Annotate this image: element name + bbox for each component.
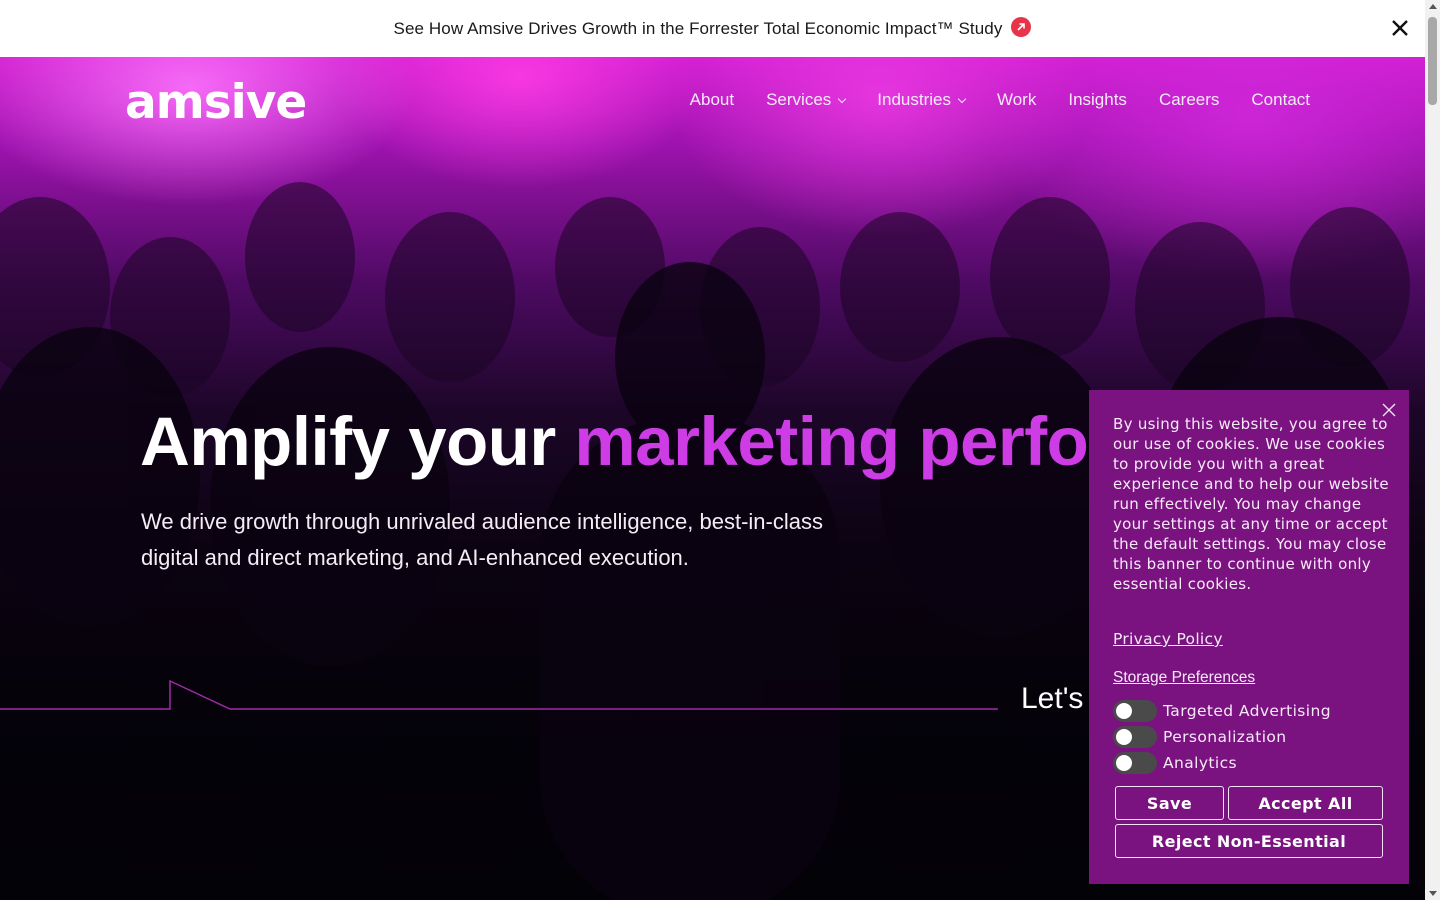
save-button[interactable]: Save <box>1115 786 1224 820</box>
main-nav: About Services Industries Work Insights … <box>658 90 1310 110</box>
nav-contact[interactable]: Contact <box>1251 90 1310 110</box>
scroll-up-arrow-icon[interactable] <box>1428 4 1437 9</box>
toggle-label: Personalization <box>1163 728 1287 746</box>
nav-about-label: About <box>689 90 735 109</box>
decorative-line <box>0 679 998 710</box>
toggle-knob <box>1116 729 1132 745</box>
nav-careers-label: Careers <box>1158 90 1220 109</box>
nav-insights[interactable]: Insights <box>1068 90 1127 110</box>
personalization-toggle[interactable] <box>1113 726 1157 748</box>
nav-work[interactable]: Work <box>997 90 1036 110</box>
toggle-label: Analytics <box>1163 754 1237 772</box>
nav-industries[interactable]: Industries <box>877 90 967 110</box>
targeted-advertising-toggle[interactable] <box>1113 700 1157 722</box>
toggle-label: Targeted Advertising <box>1163 702 1331 720</box>
hero-cta-text[interactable]: Let's <box>1021 682 1083 716</box>
analytics-toggle[interactable] <box>1113 752 1157 774</box>
announcement-bar: See How Amsive Drives Growth in the Forr… <box>0 0 1425 57</box>
close-announcement-icon[interactable] <box>1389 17 1411 39</box>
hero-subhead: We drive growth through unrivaled audien… <box>141 509 823 570</box>
headline-plain: Amplify your <box>140 403 575 480</box>
cookie-toggles: Targeted Advertising Personalization Ana… <box>1113 698 1331 776</box>
nav-careers[interactable]: Careers <box>1159 90 1219 110</box>
reject-non-essential-button[interactable]: Reject Non-Essential <box>1115 824 1383 858</box>
nav-industries-label: Industries <box>877 90 951 109</box>
toggle-row-personalization: Personalization <box>1113 724 1331 750</box>
nav-services-label: Services <box>766 90 832 109</box>
toggle-row-targeted-advertising: Targeted Advertising <box>1113 698 1331 724</box>
toggle-knob <box>1116 755 1132 771</box>
accept-all-button[interactable]: Accept All <box>1228 786 1383 820</box>
nav-services[interactable]: Services <box>766 90 847 110</box>
storage-preferences-link[interactable]: Storage Preferences <box>1113 669 1255 687</box>
toggle-row-analytics: Analytics <box>1113 750 1331 776</box>
scrollbar-thumb[interactable] <box>1428 17 1437 105</box>
announcement-link[interactable]: See How Amsive Drives Growth in the Forr… <box>394 19 1003 39</box>
chevron-down-icon <box>838 94 847 103</box>
privacy-policy-link[interactable]: Privacy Policy <box>1113 630 1223 648</box>
nav-insights-label: Insights <box>1068 90 1127 109</box>
amsive-logo[interactable]: amsive <box>125 79 307 126</box>
cookie-message: By using this website, you agree to our … <box>1113 415 1389 593</box>
nav-work-label: Work <box>996 90 1037 109</box>
nav-contact-label: Contact <box>1251 90 1310 109</box>
arrow-up-right-icon[interactable] <box>1011 17 1032 37</box>
nav-about[interactable]: About <box>690 90 734 110</box>
page-scrollbar[interactable] <box>1425 0 1440 900</box>
toggle-knob <box>1116 703 1132 719</box>
scroll-down-arrow-icon[interactable] <box>1428 891 1437 896</box>
cookie-banner: By using this website, you agree to our … <box>1089 390 1409 884</box>
chevron-down-icon <box>957 94 967 103</box>
